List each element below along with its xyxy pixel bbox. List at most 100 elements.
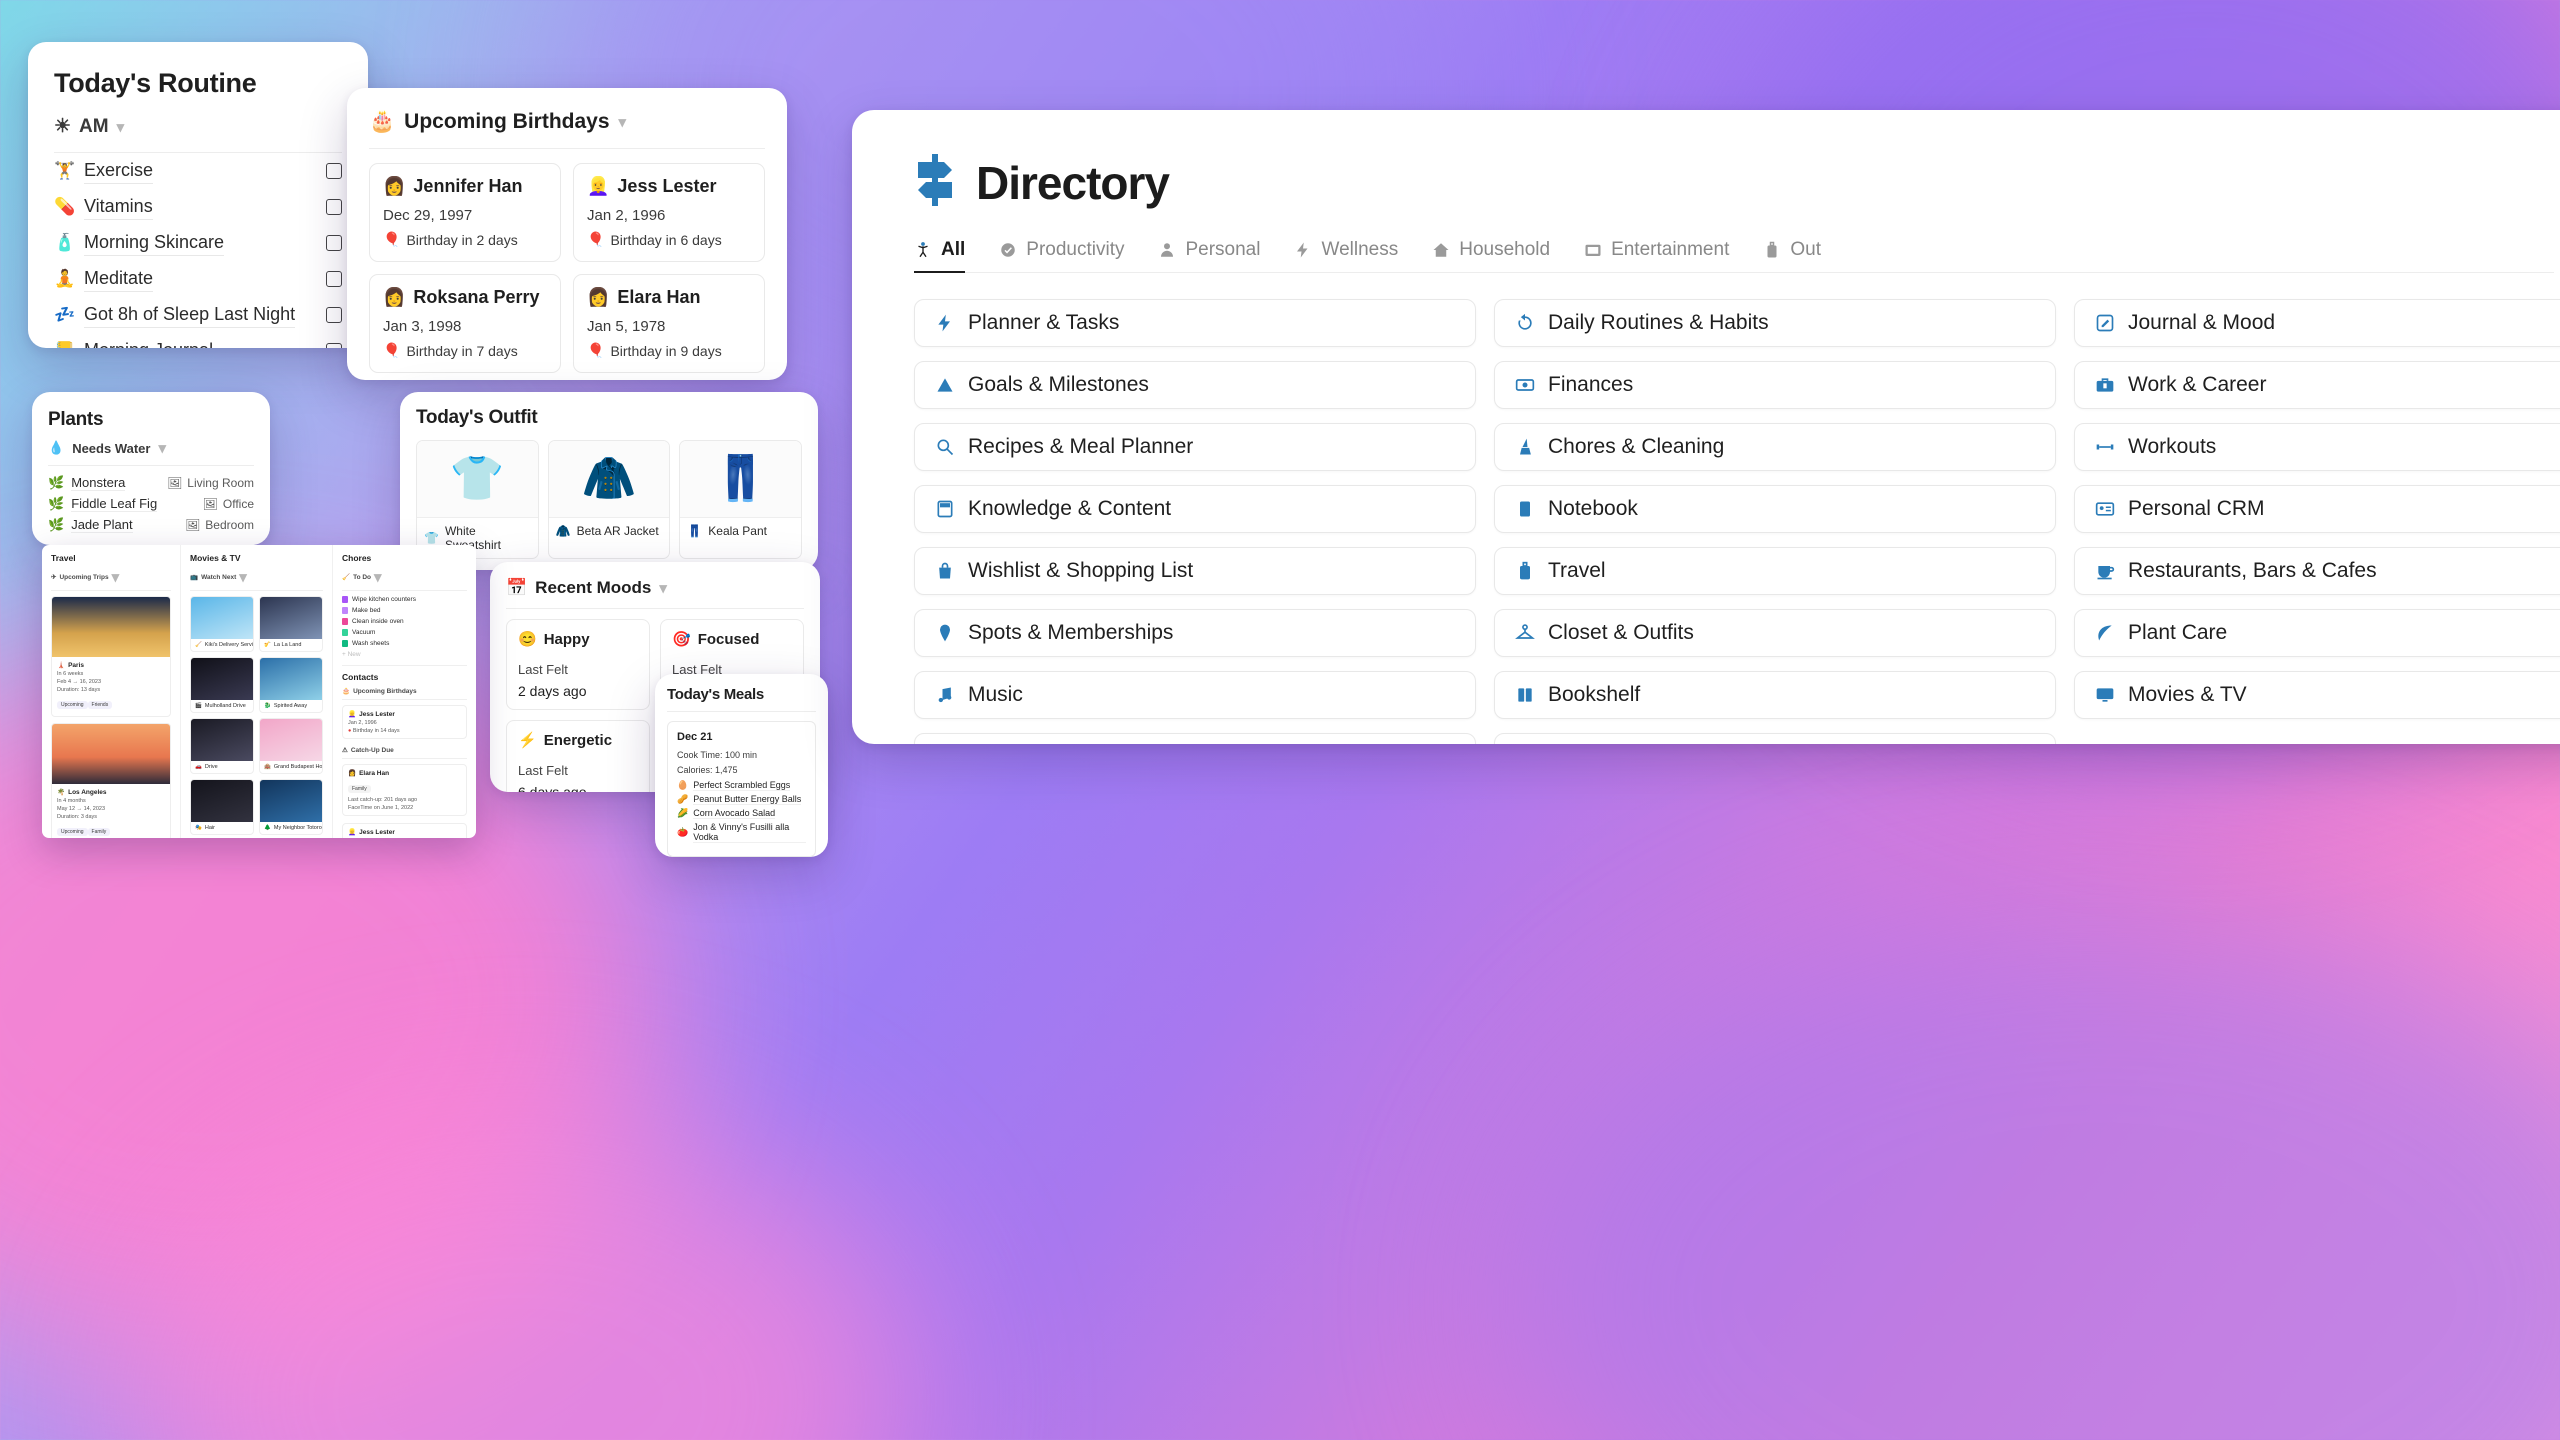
tab-entertainment[interactable]: Entertainment <box>1584 239 1729 272</box>
mini-movie-title: Drive <box>204 764 218 770</box>
mini-trip-card[interactable]: 🌴 Los Angeles In 4 months May 12 → 14, 2023… <box>51 723 171 838</box>
task-checkbox[interactable] <box>326 343 342 348</box>
mini-catchup-entry[interactable]: 👱‍♀️Jess LesterFriendLast catch-up: 129 … <box>342 823 467 838</box>
sofa-icon: 🖼 <box>167 475 183 490</box>
directory-item-label: Finances <box>1548 373 1634 396</box>
birthday-date: Jan 3, 1998 <box>383 318 462 335</box>
mini-chore-row[interactable]: Make bed <box>342 607 467 614</box>
birthday-entry-card[interactable]: 👱‍♀️ Jess Lester Jan 2, 1996 🎈 Birthday in 6… <box>573 163 765 262</box>
directory-item-label: Spots & Memberships <box>968 621 1174 644</box>
task-checkbox[interactable] <box>326 235 342 251</box>
tab-personal[interactable]: Personal <box>1158 239 1260 272</box>
mini-catchup-entry[interactable]: 👩 Elara Han Family Last catch-up: 201 days … <box>342 764 467 816</box>
birthday-entry-card[interactable]: 👩 Jennifer Han Dec 29, 1997 🎈 Birthday in 2 … <box>369 163 561 262</box>
tab-productivity[interactable]: Productivity <box>999 239 1124 272</box>
birthday-entry-card[interactable]: 👩 Roksana Perry Jan 3, 1998 🎈 Birthday in 7 … <box>369 274 561 373</box>
directory-item-music[interactable]: Music <box>914 671 1476 719</box>
task-checkbox[interactable] <box>326 307 342 323</box>
directory-item-movies-tv[interactable]: Movies & TV <box>2074 671 2560 719</box>
birthdays-header[interactable]: 🎂 Upcoming Birthdays ▾ <box>369 110 765 134</box>
directory-item-filing-cabinet[interactable]: Filing Cabinet <box>1494 733 2056 744</box>
tab-household[interactable]: Household <box>1432 239 1550 272</box>
task-checkbox[interactable] <box>326 271 342 287</box>
mini-chore-row[interactable]: Wipe kitchen counters <box>342 596 467 603</box>
mini-chore-row[interactable]: Clean inside oven <box>342 618 467 625</box>
birthday-entry-card[interactable]: 👩 Elara Han Jan 5, 1978 🎈 Birthday in 9 days <box>573 274 765 373</box>
plant-row[interactable]: 🌿 Monstera 🖼 Living Room <box>48 472 254 493</box>
mini-chore-row[interactable]: Vacuum <box>342 629 467 636</box>
routine-task-row[interactable]: 📒 Morning Journal <box>54 333 342 348</box>
mini-movie-card[interactable]: 🚗 Drive <box>190 718 254 774</box>
outfit-title: Today's Outfit <box>416 407 538 428</box>
tab-all[interactable]: All <box>914 239 966 273</box>
directory-item-travel[interactable]: Travel <box>1494 547 2056 595</box>
directory-tabs: All Productivity Personal Wellness Household… <box>914 239 2554 273</box>
directory-item-wishlist-shopping-list[interactable]: Wishlist & Shopping List <box>914 547 1476 595</box>
mini-movie-card[interactable]: 🐉 Spirited Away <box>259 657 323 713</box>
outfit-item[interactable]: 👕 👕 White Sweatshirt <box>416 440 539 559</box>
mood-entry-card[interactable]: ⚡ Energetic Last Felt 6 days ago <box>506 720 650 792</box>
directory-item-daily-routines-habits[interactable]: Daily Routines & Habits <box>1494 299 2056 347</box>
meal-item[interactable]: 🥚 Perfect Scrambled Eggs <box>677 780 806 791</box>
movie-emoji-icon: 🏨 <box>264 764 271 770</box>
moods-header[interactable]: 📅 Recent Moods ▾ <box>506 578 804 598</box>
directory-item-personal-crm[interactable]: Personal CRM <box>2074 485 2560 533</box>
outfit-caption: 🧥 Beta AR Jacket <box>548 517 670 544</box>
directory-item-moodboard[interactable]: Moodboard <box>914 733 1476 744</box>
check-circle-icon <box>999 241 1017 259</box>
directory-item-finances[interactable]: Finances <box>1494 361 2056 409</box>
meal-item[interactable]: 🍅 Jon & Vinny's Fusilli alla Vodka <box>677 822 806 843</box>
routine-view-selector[interactable]: ☀ AM ▾ <box>54 115 342 138</box>
directory-item-closet-outfits[interactable]: Closet & Outfits <box>1494 609 2056 657</box>
tab-label: Personal <box>1185 239 1261 260</box>
directory-item-workouts[interactable]: Workouts <box>2074 423 2560 471</box>
directory-item-chores-cleaning[interactable]: Chores & Cleaning <box>1494 423 2056 471</box>
routine-task-row[interactable]: 💤 Got 8h of Sleep Last Night <box>54 297 342 333</box>
task-checkbox[interactable] <box>326 199 342 215</box>
mini-movie-card[interactable]: 🌲 My Neighbor Totoro <box>259 779 323 835</box>
outfit-item[interactable]: 🧥 🧥 Beta AR Jacket <box>547 440 671 559</box>
mood-entry-card[interactable]: 😊 Happy Last Felt 2 days ago <box>506 619 650 710</box>
mini-movies-subheader: 📺 Watch Next ▾ <box>190 569 247 586</box>
mini-add-chore-button[interactable]: + New <box>342 651 467 658</box>
meal-entry[interactable]: Dec 21 Cook Time: 100 min Calories: 1,47… <box>667 721 816 857</box>
sweatshirt-icon: 👕 <box>417 441 538 517</box>
directory-item-bookshelf[interactable]: Bookshelf <box>1494 671 2056 719</box>
plants-view-selector[interactable]: 💧 Needs Water ▾ <box>48 439 254 457</box>
directory-item-label: Planner & Tasks <box>968 311 1120 334</box>
suitcase-icon <box>1763 241 1781 259</box>
mini-movie-card[interactable]: 🎭 Hair <box>190 779 254 835</box>
task-checkbox[interactable] <box>326 163 342 179</box>
mini-chore-row[interactable]: Wash sheets <box>342 640 467 647</box>
directory-item-work-career[interactable]: Work & Career <box>2074 361 2560 409</box>
directory-item-goals-milestones[interactable]: Goals & Milestones <box>914 361 1476 409</box>
routine-task-row[interactable]: 🧴 Morning Skincare <box>54 225 342 261</box>
tab-label: Productivity <box>1026 239 1125 260</box>
directory-item-notebook[interactable]: Notebook <box>1494 485 2056 533</box>
tab-out[interactable]: Out <box>1763 239 1821 272</box>
meal-item[interactable]: 🥜 Peanut Butter Energy Balls <box>677 794 806 805</box>
tab-wellness[interactable]: Wellness <box>1294 239 1398 272</box>
directory-item-spots-memberships[interactable]: Spots & Memberships <box>914 609 1476 657</box>
directory-item-recipes-meal-planner[interactable]: Recipes & Meal Planner <box>914 423 1476 471</box>
mini-movie-caption: 🎭 Hair <box>191 822 253 834</box>
mini-movie-card[interactable]: 🧹Kiki's Delivery Service <box>190 596 254 652</box>
routine-task-row[interactable]: 🏋️ Exercise <box>54 153 342 189</box>
mini-trip-card[interactable]: 🗼 Paris In 6 weeks Feb 4 → 16, 2023 Duration… <box>51 596 171 717</box>
mini-movie-card[interactable]: 🏨Grand Budapest Hotel <box>259 718 323 774</box>
directory-item-planner-tasks[interactable]: Planner & Tasks <box>914 299 1476 347</box>
routine-task-row[interactable]: 💊 Vitamins <box>54 189 342 225</box>
routine-task-row[interactable]: 🧘 Meditate <box>54 261 342 297</box>
mini-movie-caption: 🧹Kiki's Delivery Service <box>191 639 253 651</box>
mini-movie-card[interactable]: 🎷 La La Land <box>259 596 323 652</box>
plant-row[interactable]: 🌿 Fiddle Leaf Fig 🖼 Office <box>48 493 254 514</box>
meal-item[interactable]: 🌽 Corn Avocado Salad <box>677 808 806 819</box>
directory-item-knowledge-content[interactable]: Knowledge & Content <box>914 485 1476 533</box>
mini-movie-card[interactable]: 🎬 Mulholland Drive <box>190 657 254 713</box>
directory-item-plant-care[interactable]: Plant Care <box>2074 609 2560 657</box>
directory-item-journal-mood[interactable]: Journal & Mood <box>2074 299 2560 347</box>
outfit-item[interactable]: 👖 👖 Keala Pant <box>679 440 802 559</box>
mini-birthday-entry[interactable]: 👱‍♀️ Jess Lester Jan 2, 1996 ● Birthday … <box>342 705 467 739</box>
directory-item-restaurants-bars-cafes[interactable]: Restaurants, Bars & Cafes <box>2074 547 2560 595</box>
plant-row[interactable]: 🌿 Jade Plant 🖼 Bedroom <box>48 514 254 535</box>
